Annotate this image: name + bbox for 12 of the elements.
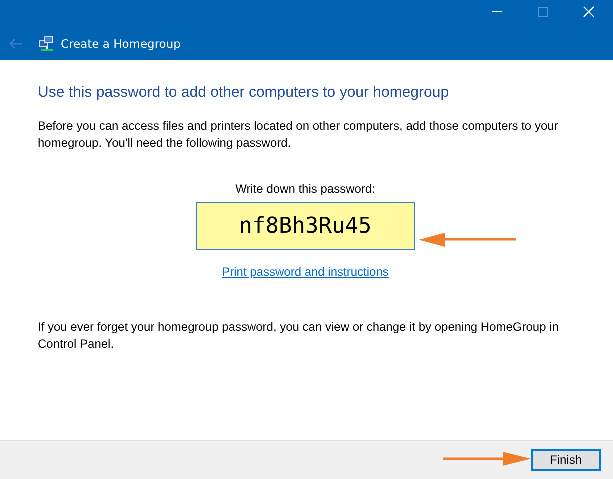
finish-button[interactable]: Finish [531, 449, 601, 471]
close-icon[interactable] [583, 6, 595, 18]
password-label: Write down this password: [236, 182, 376, 196]
password-box: nf8Bh3Ru45 [196, 202, 415, 250]
network-computers-icon [39, 36, 55, 52]
window-title: Create a Homegroup [61, 37, 181, 51]
arrow-icon [443, 451, 531, 467]
heading: Use this password to add other computers to your homegroup [38, 84, 450, 101]
intro-text: Before you can access files and printers located on other computers, add those computers to your homegroup. You'll need the following password. [38, 118, 560, 152]
arrow-icon [419, 232, 517, 248]
note-text: If you ever forget your homegroup password, you can view or change it by opening HomeGroup in Control Panel. [38, 319, 560, 353]
print-link[interactable]: Print password and instructions [222, 265, 389, 279]
